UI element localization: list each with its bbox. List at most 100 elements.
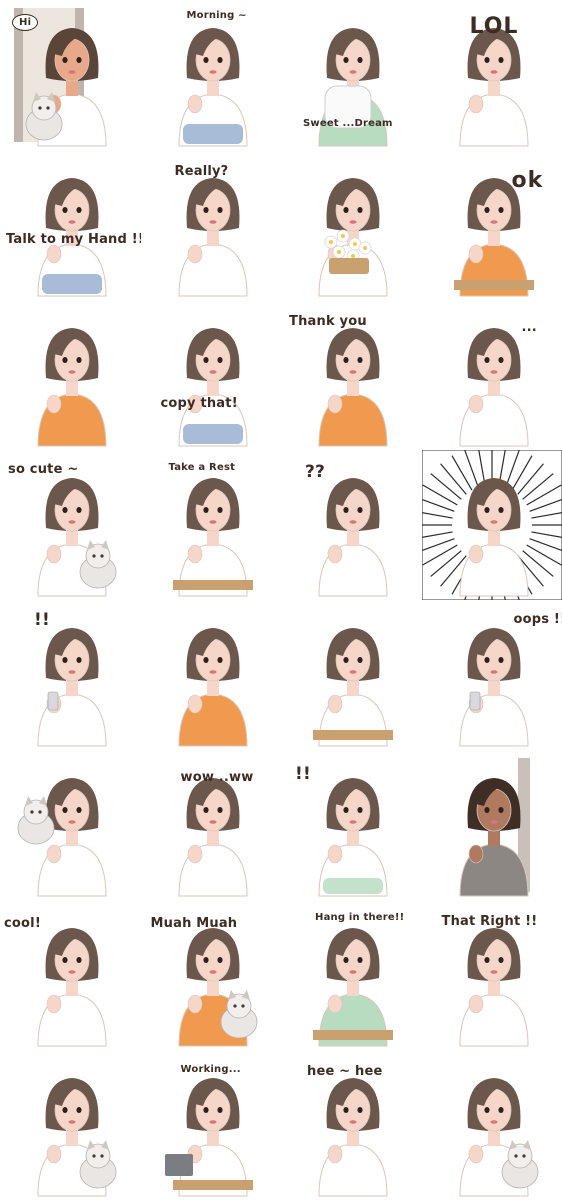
sticker-5[interactable]: Talk to my Hand !! — [0, 150, 141, 300]
sticker-12[interactable]: ... — [422, 300, 562, 450]
sticker-14[interactable]: Take a Rest — [141, 450, 282, 600]
eye-right — [357, 357, 363, 363]
lips — [349, 820, 357, 824]
hand-left — [46, 1144, 62, 1164]
sticker-illustration — [37, 178, 107, 297]
sticker-30[interactable]: Working... — [141, 1050, 282, 1200]
sticker-illustration — [177, 628, 248, 747]
sticker-8[interactable]: ok — [422, 150, 562, 300]
speed-line — [421, 512, 453, 519]
sticker-23[interactable]: !! — [281, 750, 422, 900]
eye-right — [76, 507, 82, 513]
sticker-21[interactable] — [0, 750, 141, 900]
sticker-10[interactable]: copy that! — [141, 300, 282, 450]
sticker-13[interactable]: so cute ~ — [0, 450, 141, 600]
hand-left — [46, 994, 62, 1014]
sticker-illustration — [458, 328, 529, 447]
lips — [68, 370, 76, 374]
sticker-7[interactable] — [281, 150, 422, 300]
eye-right — [216, 657, 223, 663]
hand-left — [46, 394, 62, 414]
eye-right — [216, 1107, 223, 1113]
lips — [349, 670, 357, 674]
sticker-caption: ok — [511, 168, 544, 193]
eye-right — [497, 207, 504, 213]
sticker-caption: Hang in there!! — [315, 912, 405, 923]
phone — [47, 691, 59, 711]
eye-left — [202, 57, 209, 63]
eye-right — [76, 657, 82, 663]
sticker-18[interactable] — [141, 600, 282, 750]
eye-right — [497, 1107, 504, 1113]
sticker-24[interactable] — [422, 750, 562, 900]
eye-right — [357, 507, 363, 513]
sticker-25[interactable]: cool! — [0, 900, 141, 1050]
lips — [68, 220, 76, 224]
sticker-11[interactable]: Thank you — [281, 300, 422, 450]
eye-left — [202, 207, 209, 213]
lips — [68, 820, 76, 824]
sticker-illustration — [37, 328, 107, 447]
eye-left — [343, 657, 349, 663]
lips — [68, 670, 76, 674]
sticker-22[interactable]: wow ..ww — [141, 750, 282, 900]
eye-left — [202, 807, 209, 813]
lips — [209, 70, 216, 74]
eye-right — [357, 207, 363, 213]
lips — [209, 820, 216, 824]
sticker-illustration — [177, 28, 248, 147]
lips — [209, 220, 216, 224]
eye-right — [357, 807, 363, 813]
eye-left — [62, 1107, 68, 1113]
hand-left — [468, 544, 483, 564]
eye-left — [62, 807, 68, 813]
eye-right — [216, 807, 223, 813]
eye-right — [76, 1107, 82, 1113]
eye-right — [357, 1107, 363, 1113]
denim — [182, 424, 243, 444]
lips — [349, 220, 357, 224]
sticker-2[interactable]: Morning ~ — [141, 0, 282, 150]
eye-left — [343, 57, 349, 63]
lips — [490, 1120, 497, 1124]
daisy-center — [353, 242, 357, 246]
sticker-17[interactable]: !! — [0, 600, 141, 750]
sticker-caption: Sweet ...Dream — [303, 118, 393, 129]
sticker-illustration — [37, 628, 107, 747]
sticker-19[interactable] — [281, 600, 422, 750]
hand-left — [327, 1144, 343, 1164]
sticker-4[interactable]: LOL — [422, 0, 562, 150]
speed-line — [421, 531, 453, 538]
sticker-caption: copy that! — [160, 396, 238, 411]
eye-right — [357, 957, 363, 963]
speed-line — [477, 450, 486, 486]
sticker-3[interactable]: Sweet ...Dream — [281, 0, 422, 150]
sticker-31[interactable]: hee ~ hee — [281, 1050, 422, 1200]
speed-line — [528, 538, 562, 552]
lips — [209, 370, 216, 374]
sticker-caption: That Right !! — [441, 914, 538, 929]
sticker-26[interactable]: Muah Muah — [141, 900, 282, 1050]
cat-eye-left — [513, 1154, 518, 1158]
eye-left — [483, 57, 490, 63]
sticker-caption: ?? — [305, 462, 326, 482]
sticker-caption: wow ..ww — [180, 770, 254, 785]
hand-left — [187, 244, 202, 264]
sticker-1[interactable]: Hi — [0, 0, 141, 150]
lips — [209, 1120, 216, 1124]
sticker-32[interactable] — [422, 1050, 562, 1200]
lips — [490, 820, 497, 824]
sticker-20[interactable]: oops !! — [422, 600, 562, 750]
sticker-9[interactable] — [0, 300, 141, 450]
sticker-16[interactable] — [421, 450, 562, 600]
sticker-15[interactable]: ?? — [281, 450, 422, 600]
eye-right — [357, 657, 363, 663]
daisy-center — [363, 246, 367, 250]
sticker-6[interactable]: Really? — [141, 150, 282, 300]
lips — [209, 970, 216, 974]
sticker-28[interactable]: That Right !! — [422, 900, 562, 1050]
daisy-center — [329, 240, 333, 244]
sticker-27[interactable]: Hang in there!! — [281, 900, 422, 1050]
sticker-29[interactable] — [0, 1050, 141, 1200]
sticker-illustration — [17, 778, 107, 897]
